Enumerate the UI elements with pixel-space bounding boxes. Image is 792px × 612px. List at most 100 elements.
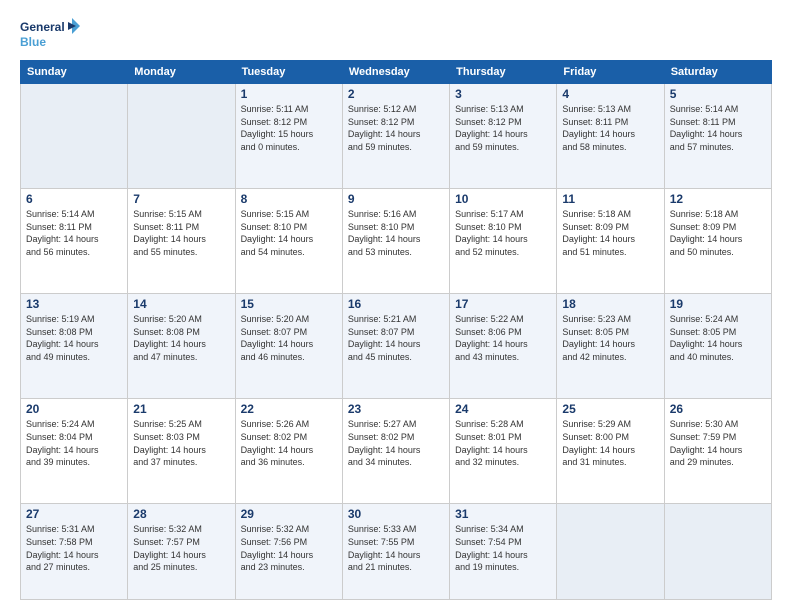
calendar-day-cell: 10 Sunrise: 5:17 AM Sunset: 8:10 PM Dayli… [450, 189, 557, 294]
day-number: 15 [241, 297, 337, 311]
day-info: Sunrise: 5:32 AM Sunset: 7:56 PM Dayligh… [241, 523, 337, 573]
day-info: Sunrise: 5:27 AM Sunset: 8:02 PM Dayligh… [348, 418, 444, 468]
day-info: Sunrise: 5:16 AM Sunset: 8:10 PM Dayligh… [348, 208, 444, 258]
calendar-day-cell: 5 Sunrise: 5:14 AM Sunset: 8:11 PM Daylig… [664, 84, 771, 189]
day-info: Sunrise: 5:24 AM Sunset: 8:05 PM Dayligh… [670, 313, 766, 363]
day-number: 4 [562, 87, 658, 101]
day-number: 30 [348, 507, 444, 521]
calendar-day-cell: 6Sunrise: 5:14 AM Sunset: 8:11 PM Daylig… [21, 189, 128, 294]
calendar-day-header: Saturday [664, 61, 771, 84]
day-number: 6 [26, 192, 122, 206]
calendar-day-cell: 7Sunrise: 5:15 AM Sunset: 8:11 PM Daylig… [128, 189, 235, 294]
calendar-day-cell: 24 Sunrise: 5:28 AM Sunset: 8:01 PM Dayli… [450, 399, 557, 504]
logo-svg: General Blue [20, 16, 80, 52]
page: General Blue SundayMondayTuesdayWednesda… [0, 0, 792, 612]
day-number: 1 [241, 87, 337, 101]
day-info: Sunrise: 5:22 AM Sunset: 8:06 PM Dayligh… [455, 313, 551, 363]
day-number: 25 [562, 402, 658, 416]
calendar-day-cell [557, 504, 664, 600]
day-number: 22 [241, 402, 337, 416]
day-number: 2 [348, 87, 444, 101]
day-info: Sunrise: 5:34 AM Sunset: 7:54 PM Dayligh… [455, 523, 551, 573]
day-info: Sunrise: 5:13 AM Sunset: 8:12 PM Dayligh… [455, 103, 551, 153]
calendar-day-cell: 14Sunrise: 5:20 AM Sunset: 8:08 PM Dayli… [128, 294, 235, 399]
calendar-day-header: Monday [128, 61, 235, 84]
calendar-day-cell: 2 Sunrise: 5:12 AM Sunset: 8:12 PM Daylig… [342, 84, 449, 189]
calendar-day-header: Wednesday [342, 61, 449, 84]
calendar-week-row: 6Sunrise: 5:14 AM Sunset: 8:11 PM Daylig… [21, 189, 772, 294]
day-info: Sunrise: 5:17 AM Sunset: 8:10 PM Dayligh… [455, 208, 551, 258]
calendar-day-cell: 11 Sunrise: 5:18 AM Sunset: 8:09 PM Dayli… [557, 189, 664, 294]
calendar-day-cell: 28 Sunrise: 5:32 AM Sunset: 7:57 PM Dayli… [128, 504, 235, 600]
day-info: Sunrise: 5:33 AM Sunset: 7:55 PM Dayligh… [348, 523, 444, 573]
day-number: 3 [455, 87, 551, 101]
calendar-day-cell [21, 84, 128, 189]
day-info: Sunrise: 5:26 AM Sunset: 8:02 PM Dayligh… [241, 418, 337, 468]
day-number: 13 [26, 297, 122, 311]
day-number: 14 [133, 297, 229, 311]
day-info: Sunrise: 5:18 AM Sunset: 8:09 PM Dayligh… [670, 208, 766, 258]
calendar-table: SundayMondayTuesdayWednesdayThursdayFrid… [20, 60, 772, 600]
day-info: Sunrise: 5:21 AM Sunset: 8:07 PM Dayligh… [348, 313, 444, 363]
day-info: Sunrise: 5:31 AM Sunset: 7:58 PM Dayligh… [26, 523, 122, 573]
day-info: Sunrise: 5:28 AM Sunset: 8:01 PM Dayligh… [455, 418, 551, 468]
day-number: 21 [133, 402, 229, 416]
logo: General Blue [20, 16, 80, 52]
calendar-week-row: 13 Sunrise: 5:19 AM Sunset: 8:08 PM Dayli… [21, 294, 772, 399]
calendar-day-cell: 27 Sunrise: 5:31 AM Sunset: 7:58 PM Dayli… [21, 504, 128, 600]
day-number: 8 [241, 192, 337, 206]
svg-text:General: General [20, 20, 65, 34]
calendar-day-header: Thursday [450, 61, 557, 84]
day-info: Sunrise: 5:19 AM Sunset: 8:08 PM Dayligh… [26, 313, 122, 363]
calendar-day-cell: 9 Sunrise: 5:16 AM Sunset: 8:10 PM Daylig… [342, 189, 449, 294]
calendar-day-cell: 15 Sunrise: 5:20 AM Sunset: 8:07 PM Dayli… [235, 294, 342, 399]
day-info: Sunrise: 5:13 AM Sunset: 8:11 PM Dayligh… [562, 103, 658, 153]
day-number: 7 [133, 192, 229, 206]
day-number: 20 [26, 402, 122, 416]
day-info: Sunrise: 5:23 AM Sunset: 8:05 PM Dayligh… [562, 313, 658, 363]
calendar-day-cell: 23 Sunrise: 5:27 AM Sunset: 8:02 PM Dayli… [342, 399, 449, 504]
calendar-week-row: 20Sunrise: 5:24 AM Sunset: 8:04 PM Dayli… [21, 399, 772, 504]
day-number: 18 [562, 297, 658, 311]
calendar-day-cell: 13 Sunrise: 5:19 AM Sunset: 8:08 PM Dayli… [21, 294, 128, 399]
day-info: Sunrise: 5:12 AM Sunset: 8:12 PM Dayligh… [348, 103, 444, 153]
day-number: 26 [670, 402, 766, 416]
day-number: 12 [670, 192, 766, 206]
day-number: 5 [670, 87, 766, 101]
day-number: 11 [562, 192, 658, 206]
calendar-day-cell: 31Sunrise: 5:34 AM Sunset: 7:54 PM Dayli… [450, 504, 557, 600]
day-info: Sunrise: 5:18 AM Sunset: 8:09 PM Dayligh… [562, 208, 658, 258]
day-info: Sunrise: 5:30 AM Sunset: 7:59 PM Dayligh… [670, 418, 766, 468]
day-number: 10 [455, 192, 551, 206]
day-info: Sunrise: 5:11 AM Sunset: 8:12 PM Dayligh… [241, 103, 337, 153]
calendar-week-row: 27 Sunrise: 5:31 AM Sunset: 7:58 PM Dayli… [21, 504, 772, 600]
day-info: Sunrise: 5:14 AM Sunset: 8:11 PM Dayligh… [670, 103, 766, 153]
header: General Blue [20, 16, 772, 52]
calendar-day-cell: 20Sunrise: 5:24 AM Sunset: 8:04 PM Dayli… [21, 399, 128, 504]
day-number: 28 [133, 507, 229, 521]
calendar-day-cell: 30 Sunrise: 5:33 AM Sunset: 7:55 PM Dayli… [342, 504, 449, 600]
calendar-day-cell: 12 Sunrise: 5:18 AM Sunset: 8:09 PM Dayli… [664, 189, 771, 294]
calendar-day-cell [664, 504, 771, 600]
calendar-header-row: SundayMondayTuesdayWednesdayThursdayFrid… [21, 61, 772, 84]
day-number: 27 [26, 507, 122, 521]
calendar-day-cell: 29 Sunrise: 5:32 AM Sunset: 7:56 PM Dayli… [235, 504, 342, 600]
day-number: 17 [455, 297, 551, 311]
calendar-day-cell: 1 Sunrise: 5:11 AM Sunset: 8:12 PM Daylig… [235, 84, 342, 189]
calendar-day-cell [128, 84, 235, 189]
calendar-day-header: Tuesday [235, 61, 342, 84]
day-info: Sunrise: 5:32 AM Sunset: 7:57 PM Dayligh… [133, 523, 229, 573]
day-number: 23 [348, 402, 444, 416]
calendar-day-cell: 3 Sunrise: 5:13 AM Sunset: 8:12 PM Daylig… [450, 84, 557, 189]
day-number: 19 [670, 297, 766, 311]
day-info: Sunrise: 5:15 AM Sunset: 8:10 PM Dayligh… [241, 208, 337, 258]
calendar-day-cell: 25 Sunrise: 5:29 AM Sunset: 8:00 PM Dayli… [557, 399, 664, 504]
calendar-week-row: 1 Sunrise: 5:11 AM Sunset: 8:12 PM Daylig… [21, 84, 772, 189]
calendar-day-cell: 16Sunrise: 5:21 AM Sunset: 8:07 PM Dayli… [342, 294, 449, 399]
day-info: Sunrise: 5:20 AM Sunset: 8:07 PM Dayligh… [241, 313, 337, 363]
calendar-day-cell: 26 Sunrise: 5:30 AM Sunset: 7:59 PM Dayli… [664, 399, 771, 504]
day-info: Sunrise: 5:29 AM Sunset: 8:00 PM Dayligh… [562, 418, 658, 468]
day-number: 24 [455, 402, 551, 416]
day-number: 29 [241, 507, 337, 521]
day-number: 9 [348, 192, 444, 206]
